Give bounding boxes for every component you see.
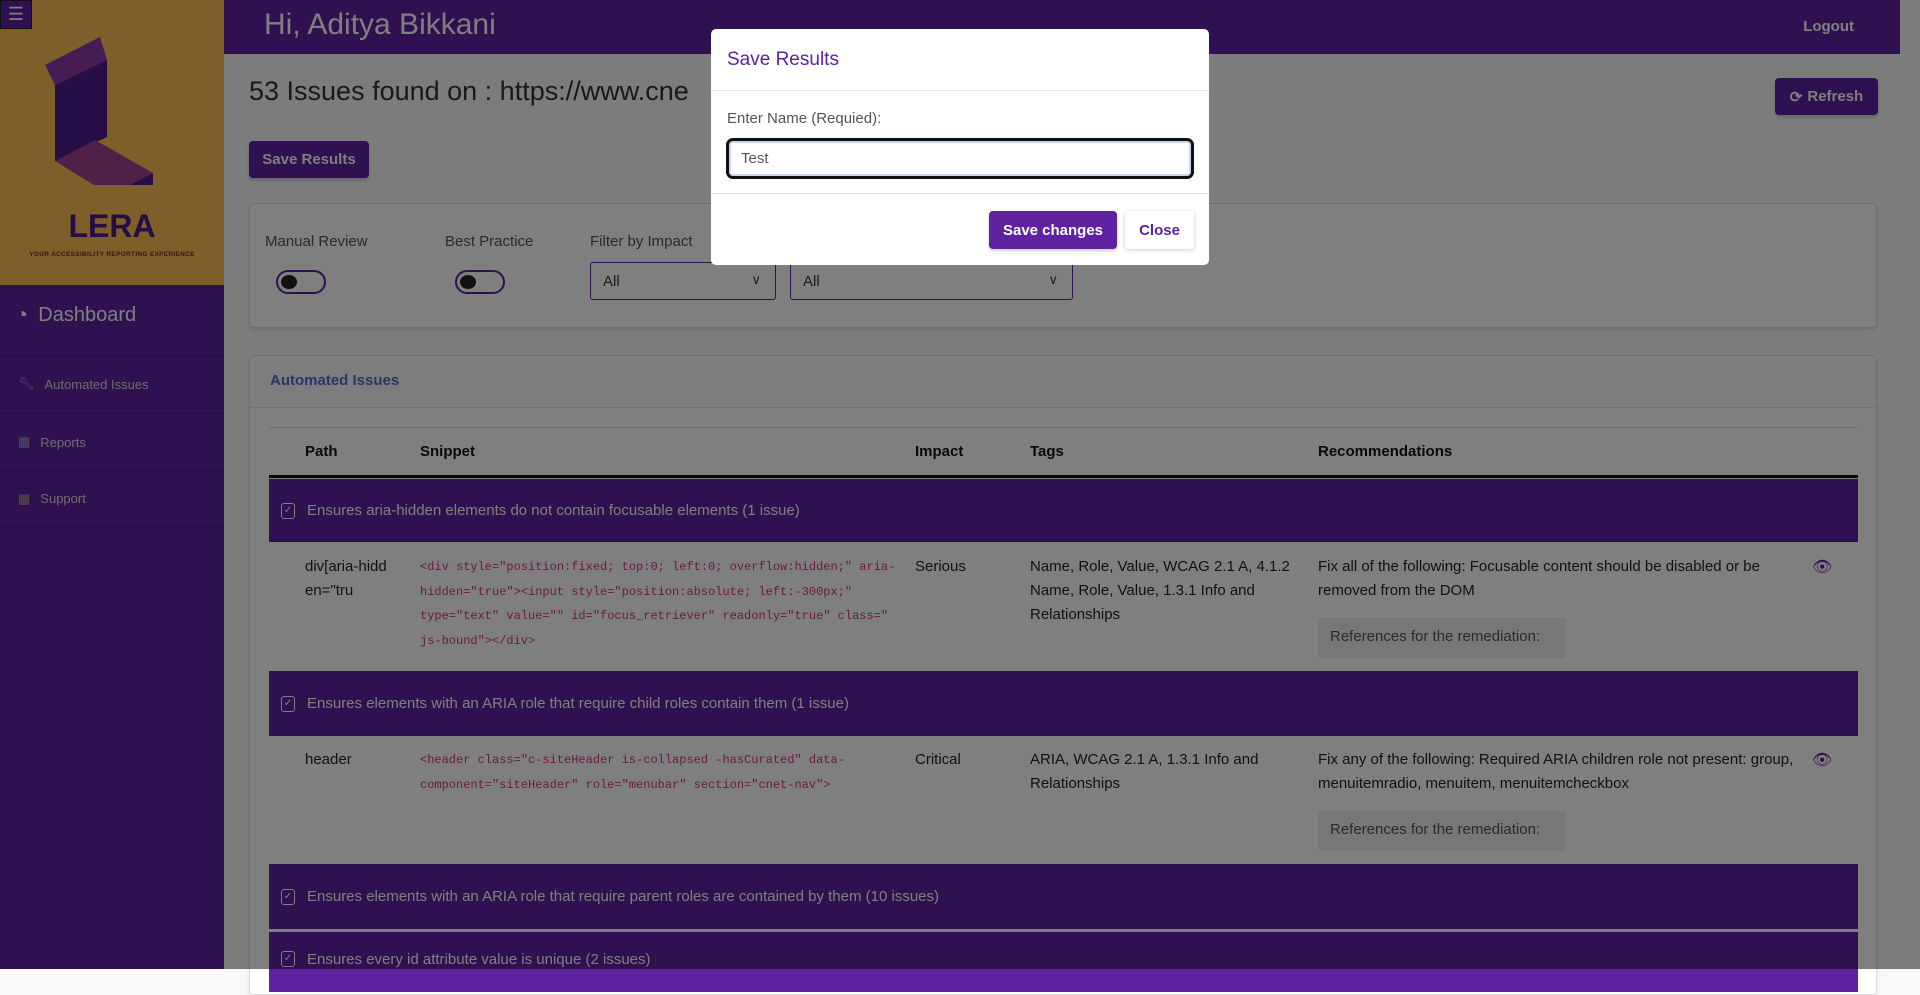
- modal-title: Save Results: [711, 29, 1209, 91]
- save-results-modal: Save Results Enter Name (Requied): Save …: [711, 29, 1209, 265]
- name-label: Enter Name (Requied):: [727, 110, 882, 127]
- close-button[interactable]: Close: [1125, 211, 1194, 249]
- name-input[interactable]: [726, 138, 1194, 179]
- modal-footer: [711, 193, 1209, 194]
- save-changes-button[interactable]: Save changes: [989, 211, 1117, 249]
